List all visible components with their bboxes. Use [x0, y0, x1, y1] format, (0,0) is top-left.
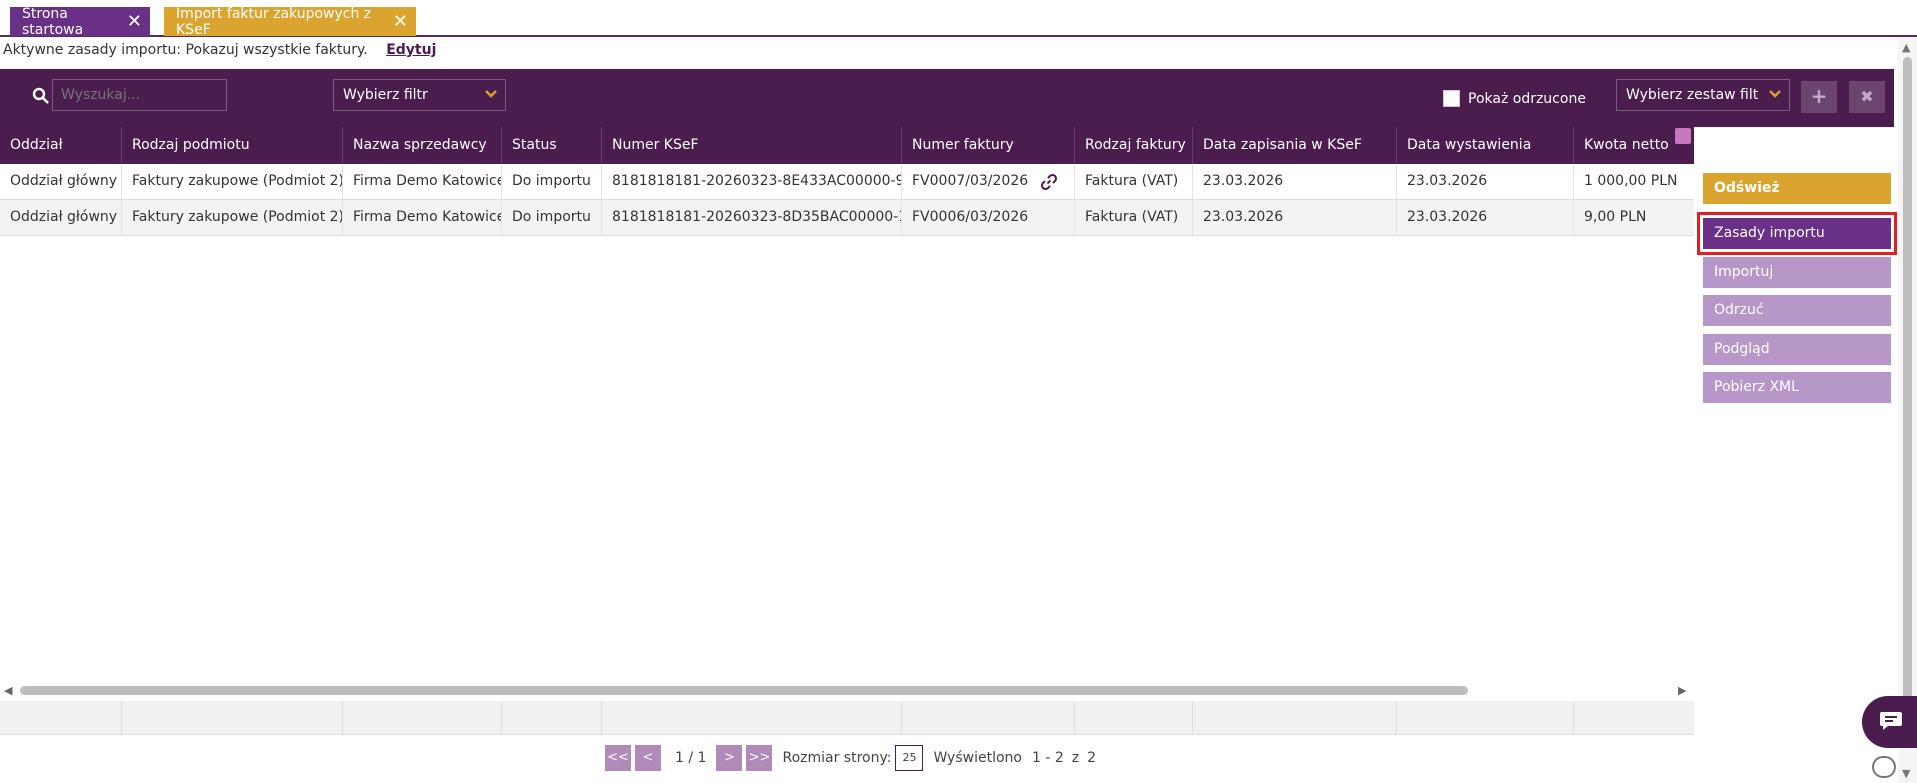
- vertical-scrollbar[interactable]: ▲ ▼: [1898, 37, 1917, 783]
- close-icon[interactable]: ✕: [393, 12, 408, 31]
- cell-branch: Oddział główny: [0, 200, 122, 236]
- cell-invoice-type: Faktura (VAT): [1075, 200, 1193, 236]
- filter-select-label: Wybierz filtr: [343, 87, 428, 103]
- cell-ksef-saved-date: 23.03.2026: [1193, 164, 1397, 200]
- chat-button[interactable]: [1862, 696, 1917, 748]
- column-header-ksef-saved-date[interactable]: Data zapisania w KSeF: [1193, 127, 1397, 164]
- reject-button[interactable]: Odrzuć: [1703, 295, 1891, 326]
- cell-net-amount: 9,00 PLN: [1584, 209, 1647, 225]
- cell-status: Do importu: [502, 200, 602, 236]
- shown-label: Wyświetlono: [933, 750, 1022, 766]
- table-row[interactable]: Oddział główny Faktury zakupowe (Podmiot…: [0, 200, 1694, 236]
- active-rules-info: Aktywne zasady importu: Pokazuj wszystki…: [3, 42, 436, 58]
- chevron-down-icon: [1769, 90, 1781, 98]
- last-page-button[interactable]: >>: [746, 745, 773, 771]
- page-size-input[interactable]: 25: [895, 745, 924, 771]
- prev-page-button[interactable]: <: [635, 745, 661, 771]
- column-header-invoice-number[interactable]: Numer faktury: [902, 127, 1075, 164]
- scroll-right-icon[interactable]: ▶: [1678, 684, 1686, 697]
- cell-entity-type: Faktury zakupowe (Podmiot 2): [122, 200, 343, 236]
- show-rejected-toggle[interactable]: Pokaż odrzucone: [1443, 90, 1586, 107]
- tab-bar: Strona startowa ✕ Import faktur zakupowy…: [0, 0, 1917, 38]
- cell-invoice-type: Faktura (VAT): [1075, 164, 1193, 200]
- cell-seller: Firma Demo Katowice: [343, 200, 502, 236]
- cell-issue-date: 23.03.2026: [1397, 164, 1574, 200]
- download-xml-button[interactable]: Pobierz XML: [1703, 372, 1891, 403]
- current-page: 1: [675, 750, 684, 766]
- close-icon[interactable]: ✕: [127, 12, 142, 31]
- tab-label: Strona startowa: [22, 5, 84, 38]
- chat-small-icon[interactable]: [1872, 756, 1896, 778]
- preview-button[interactable]: Podgląd: [1703, 334, 1891, 365]
- tab-label: Import faktur zakupowych z KSeF: [176, 5, 372, 38]
- delete-filter-set-button[interactable]: ✖: [1849, 81, 1885, 113]
- refresh-button[interactable]: Odśwież: [1703, 173, 1891, 204]
- column-header-invoice-type[interactable]: Rodzaj faktury: [1075, 127, 1193, 164]
- column-header-issue-date[interactable]: Data wystawienia: [1397, 127, 1574, 164]
- scroll-down-icon[interactable]: ▼: [1902, 767, 1910, 780]
- page-indicator: 1 / 1: [675, 750, 707, 766]
- cell-ksef-number: 8181818181-20260323-8E433AC00000-9B: [602, 164, 902, 200]
- tab-ksef-import[interactable]: Import faktur zakupowych z KSeF ✕: [164, 5, 416, 38]
- filter-set-select[interactable]: Wybierz zestaw filt: [1616, 79, 1790, 111]
- toolbar: Wybierz filtr Pokaż odrzucone Wybierz ze…: [0, 69, 1894, 127]
- vertical-scroll-thumb[interactable]: [1903, 57, 1912, 729]
- show-rejected-label: Pokaż odrzucone: [1468, 90, 1586, 107]
- shown-total: 2: [1087, 750, 1097, 766]
- gear-icon[interactable]: [1675, 128, 1691, 144]
- column-header-entity-type[interactable]: Rodzaj podmiotu: [122, 127, 343, 164]
- next-page-button[interactable]: >: [716, 745, 743, 771]
- cell-issue-date: 23.03.2026: [1397, 200, 1574, 236]
- scroll-up-icon[interactable]: ▲: [1902, 41, 1910, 54]
- table-row[interactable]: Oddział główny Faktury zakupowe (Podmiot…: [0, 164, 1694, 200]
- column-header-status[interactable]: Status: [502, 127, 602, 164]
- cell-status: Do importu: [502, 164, 602, 200]
- show-rejected-checkbox[interactable]: [1443, 90, 1460, 107]
- import-button[interactable]: Importuj: [1703, 257, 1891, 288]
- page-size-label: Rozmiar strony:: [782, 750, 892, 766]
- tab-start-page[interactable]: Strona startowa ✕: [10, 5, 150, 38]
- total-pages: 1: [697, 750, 707, 766]
- first-page-button[interactable]: <<: [605, 745, 631, 771]
- cell-invoice-number: FV0006/03/2026: [902, 200, 1075, 236]
- cell-entity-type: Faktury zakupowe (Podmiot 2): [122, 164, 343, 200]
- column-header-ksef-number[interactable]: Numer KSeF: [602, 127, 902, 164]
- filter-select[interactable]: Wybierz filtr: [333, 79, 506, 111]
- link-icon[interactable]: [1040, 173, 1058, 191]
- search-input[interactable]: [52, 79, 227, 111]
- add-filter-set-button[interactable]: +: [1801, 81, 1837, 113]
- edit-rules-link[interactable]: Edytuj: [386, 42, 436, 58]
- search-icon: [32, 87, 49, 104]
- more-columns[interactable]: ...: [1699, 133, 1715, 149]
- cell-branch: Oddział główny: [0, 164, 122, 200]
- cell-ksef-number: 8181818181-20260323-8D35BAC00000-1C: [602, 200, 902, 236]
- chevron-down-icon: [485, 90, 497, 98]
- scroll-left-icon[interactable]: ◀: [4, 684, 12, 697]
- cell-ksef-saved-date: 23.03.2026: [1193, 200, 1397, 236]
- column-header-seller[interactable]: Nazwa sprzedawcy: [343, 127, 502, 164]
- cell-seller: Firma Demo Katowice: [343, 164, 502, 200]
- horizontal-scroll-thumb[interactable]: [20, 686, 1468, 695]
- filter-set-label: Wybierz zestaw filt: [1626, 87, 1759, 103]
- active-rules-text: Aktywne zasady importu: Pokazuj wszystki…: [3, 42, 368, 58]
- horizontal-scrollbar[interactable]: ◀ ▶: [0, 682, 1694, 698]
- cell-net-amount: 1 000,00 PLN: [1584, 173, 1678, 189]
- pagination: << < 1 / 1 > >> Rozmiar strony: 25 Wyświ…: [605, 745, 1096, 771]
- table-header: Oddział Rodzaj podmiotu Nazwa sprzedawcy…: [0, 127, 1715, 164]
- column-header-branch[interactable]: Oddział: [0, 127, 122, 164]
- shown-range: 1 - 2: [1031, 750, 1064, 766]
- table-footer-row: [0, 701, 1694, 735]
- chat-icon: [1880, 712, 1902, 730]
- import-rules-button[interactable]: Zasady importu: [1697, 212, 1897, 255]
